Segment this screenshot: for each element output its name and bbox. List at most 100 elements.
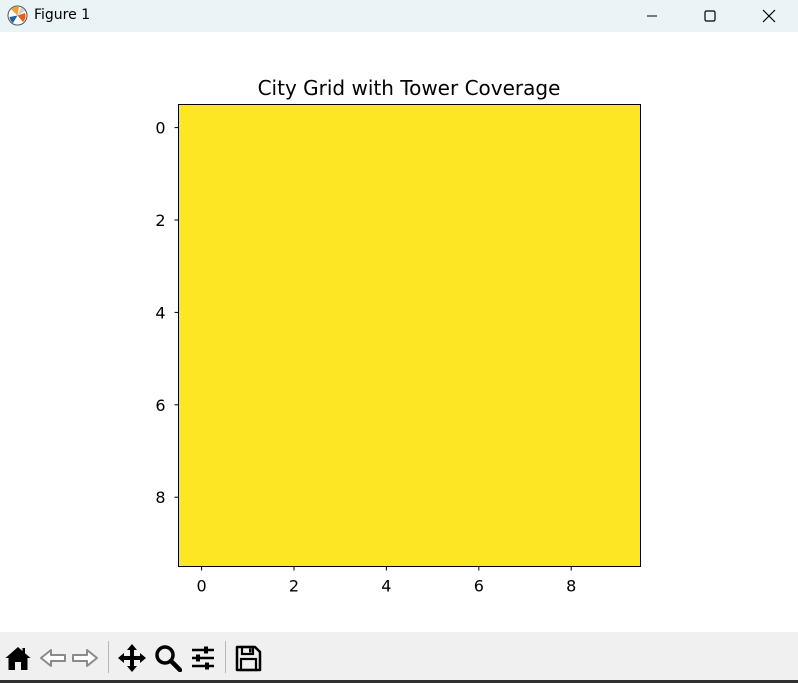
- heatmap-cell: [363, 150, 410, 198]
- navigation-toolbar: [0, 632, 798, 683]
- heatmap-cell: [594, 427, 641, 475]
- heatmap-cell: [224, 104, 272, 152]
- heatmap-cell: [363, 243, 410, 290]
- heatmap-cell: [317, 243, 364, 290]
- chart-title: City Grid with Tower Coverage: [258, 76, 561, 100]
- matplotlib-app-icon: [7, 5, 28, 26]
- forward-button[interactable]: [69, 642, 101, 674]
- heatmap-cell: [224, 243, 272, 290]
- maximize-icon: [704, 10, 716, 22]
- y-tick-label: 2: [155, 211, 165, 230]
- x-tick-label: 0: [197, 577, 207, 596]
- heatmap-cell: [317, 381, 364, 429]
- heatmap-cell: [363, 196, 410, 244]
- heatmap-cell: [455, 104, 503, 152]
- heatmap-cell: [224, 427, 272, 475]
- heatmap-cell: [178, 196, 226, 244]
- heatmap-cell: [548, 427, 595, 475]
- heatmap-cell: [409, 196, 457, 244]
- heatmap-cell: [455, 381, 503, 429]
- heatmap-cell: [409, 474, 457, 521]
- heatmap-cell: [270, 289, 318, 336]
- save-button[interactable]: [232, 642, 264, 674]
- heatmap-cell: [501, 289, 549, 336]
- heatmap-cell: [178, 335, 226, 383]
- heatmap-cell: [317, 520, 364, 567]
- heatmap-cell: [363, 474, 410, 521]
- heatmap-cell: [548, 196, 595, 244]
- heatmap-cell: [501, 196, 549, 244]
- heatmap-cell: [501, 474, 549, 521]
- pan-button[interactable]: [116, 642, 148, 674]
- heatmap-cell: [224, 150, 272, 198]
- heatmap-cell: [270, 196, 318, 244]
- back-button[interactable]: [37, 642, 69, 674]
- heatmap-cell: [594, 289, 641, 336]
- y-tick-label: 0: [155, 119, 165, 138]
- heatmap-cell: [317, 427, 364, 475]
- heatmap-cell: [409, 243, 457, 290]
- heatmap-cell: [594, 243, 641, 290]
- heatmap-cell: [178, 520, 226, 567]
- figure-canvas[interactable]: City Grid with Tower Coverage 0 2 4 6 8 0 2 4 6…: [0, 32, 798, 632]
- heatmap-cell: [409, 335, 457, 383]
- heatmap-cell: [455, 520, 503, 567]
- heatmap-cell: [363, 427, 410, 475]
- heatmap-cell: [409, 427, 457, 475]
- heatmap-cell: [178, 104, 226, 152]
- heatmap-cell: [270, 427, 318, 475]
- configure-subplots-button[interactable]: [187, 642, 219, 674]
- heatmap-cell: [224, 381, 272, 429]
- zoom-icon: [155, 645, 182, 672]
- heatmap-cell: [548, 289, 595, 336]
- heatmap-cell: [501, 104, 549, 152]
- heatmap-cell: [270, 335, 318, 383]
- heatmap-cell: [409, 150, 457, 198]
- configure-subplots-icon: [192, 646, 214, 670]
- zoom-button[interactable]: [152, 642, 184, 674]
- heatmap-cell: [455, 474, 503, 521]
- back-arrow-icon: [40, 649, 66, 667]
- heatmap-cell: [501, 520, 549, 567]
- toolbar-separator: [108, 641, 109, 673]
- heatmap-cell: [455, 335, 503, 383]
- heatmap-cell: [224, 289, 272, 336]
- heatmap-cell: [317, 335, 364, 383]
- heatmap-cell: [178, 381, 226, 429]
- heatmap-cell: [270, 520, 318, 567]
- close-button[interactable]: [740, 0, 798, 32]
- heatmap-cell: [178, 150, 226, 198]
- home-icon: [5, 647, 31, 670]
- minimize-button[interactable]: [623, 0, 681, 32]
- heatmap-cell: [594, 150, 641, 198]
- toolbar-separator: [225, 641, 226, 673]
- heatmap-cell: [363, 289, 410, 336]
- heatmap-cell: [455, 196, 503, 244]
- home-button[interactable]: [2, 642, 34, 674]
- minimize-icon: [647, 15, 657, 17]
- heatmap-cell: [224, 474, 272, 521]
- heatmap-cell: [548, 520, 595, 567]
- heatmap-cell: [548, 381, 595, 429]
- heatmap-chart: City Grid with Tower Coverage 0 2 4 6 8 0 2 4 6…: [155, 76, 641, 596]
- heatmap-cell: [363, 335, 410, 383]
- heatmap-cell: [594, 104, 641, 152]
- heatmap-cell: [548, 104, 595, 152]
- heatmap-cell: [409, 381, 457, 429]
- heatmap-cell: [270, 243, 318, 290]
- heatmap-cell: [409, 104, 457, 152]
- y-tick-label: 6: [155, 396, 165, 415]
- maximize-button[interactable]: [681, 0, 739, 32]
- heatmap-cell: [455, 243, 503, 290]
- heatmap-cell: [270, 474, 318, 521]
- pan-icon: [118, 644, 146, 672]
- close-icon: [762, 9, 776, 23]
- heatmap-cell: [594, 474, 641, 521]
- heatmap-cell: [409, 289, 457, 336]
- heatmap-cells: [178, 104, 641, 567]
- save-icon: [235, 645, 262, 672]
- window-titlebar: Figure 1: [0, 0, 798, 32]
- heatmap-cell: [548, 335, 595, 383]
- heatmap-cell: [455, 150, 503, 198]
- heatmap-cell: [270, 381, 318, 429]
